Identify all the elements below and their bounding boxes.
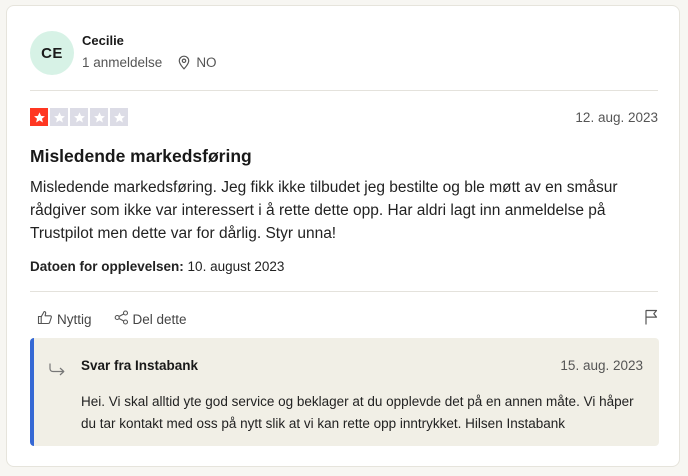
share-button[interactable]: Del dette: [114, 310, 187, 328]
review-count: 1 anmeldelse: [82, 55, 163, 70]
review-actions: Nyttig Del dette: [37, 310, 209, 328]
reviewer-meta: 1 anmeldelse NO: [82, 55, 217, 70]
review-date: 12. aug. 2023: [575, 110, 658, 125]
reviewer-name[interactable]: Cecilie: [82, 33, 124, 48]
company-reply: Svar fra Instabank 15. aug. 2023 Hei. Vi…: [30, 338, 659, 446]
review-body: Misledende markedsføring. Jeg fikk ikke …: [30, 179, 618, 242]
star-empty-icon: [70, 108, 88, 126]
star-empty-icon: [110, 108, 128, 126]
reviewer-country: NO: [196, 55, 217, 70]
header-divider: [30, 90, 658, 91]
share-icon: [114, 310, 129, 328]
review-card: CE Cecilie 1 anmeldelse NO 12. aug. 2023…: [6, 5, 680, 467]
star-empty-icon: [90, 108, 108, 126]
experience-date-value: 10. august 2023: [187, 259, 285, 274]
avatar[interactable]: CE: [30, 31, 74, 75]
helpful-label: Nyttig: [57, 311, 92, 327]
thumbs-up-icon: [37, 310, 53, 328]
star-empty-icon: [50, 108, 68, 126]
share-label: Del dette: [132, 311, 187, 327]
flag-icon[interactable]: [644, 309, 658, 330]
experience-label: Datoen for opplevelsen:: [30, 259, 184, 274]
review-title[interactable]: Misledende markedsføring: [30, 146, 252, 167]
footer-divider: [30, 291, 658, 292]
reply-title: Svar fra Instabank: [81, 358, 199, 373]
location-pin-icon: [178, 55, 190, 70]
helpful-button[interactable]: Nyttig: [37, 310, 92, 328]
reply-body: Hei. Vi skal alltid yte god service og b…: [81, 394, 634, 431]
star-rating: [30, 108, 128, 126]
star-filled-icon: [30, 108, 48, 126]
experience-date: Datoen for opplevelsen: 10. august 2023: [30, 259, 284, 274]
reply-arrow-icon: [48, 362, 66, 382]
reply-date: 15. aug. 2023: [560, 358, 643, 373]
